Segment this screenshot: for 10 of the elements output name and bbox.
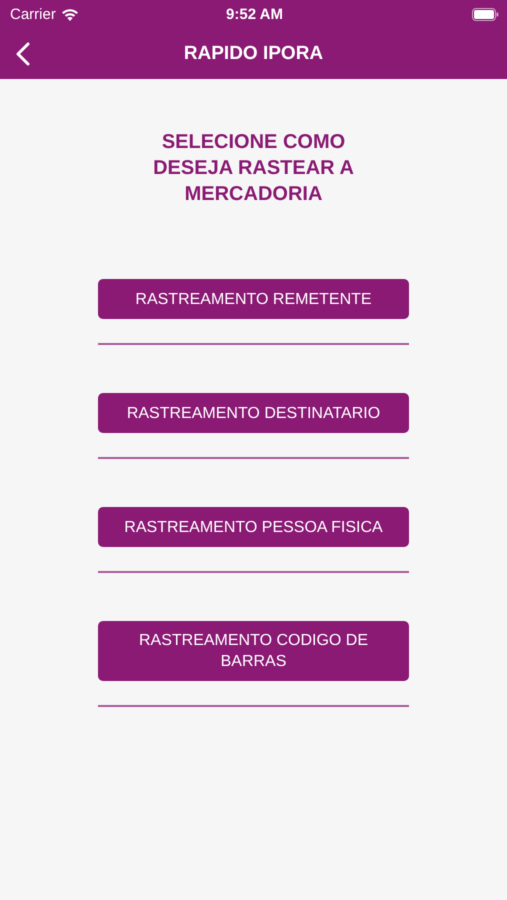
tracking-option-button[interactable]: RASTREAMENTO PESSOA FISICA bbox=[98, 507, 409, 547]
tracking-option-button[interactable]: RASTREAMENTO REMETENTE bbox=[98, 279, 409, 319]
battery-icon bbox=[472, 8, 499, 20]
tracking-option-button[interactable]: RASTREAMENTO CODIGO DE BARRAS bbox=[98, 621, 409, 681]
instruction-heading: SELECIONE COMO DESEJA RASTEAR A MERCADORIA bbox=[152, 130, 355, 207]
screen-title: RAPIDO IPORA bbox=[184, 42, 324, 64]
wifi-icon bbox=[60, 8, 79, 20]
tracking-option-button[interactable]: RASTREAMENTO DESTINATARIO bbox=[98, 393, 409, 433]
status-time: 9:52 AM bbox=[226, 6, 283, 22]
carrier-name: Carrier bbox=[10, 6, 56, 22]
